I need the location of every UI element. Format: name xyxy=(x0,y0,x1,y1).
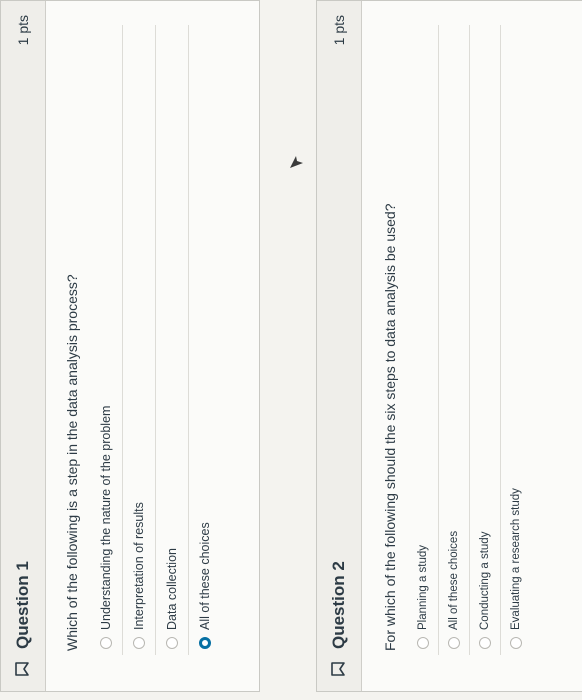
question-prompt: For which of the following should the si… xyxy=(382,203,398,651)
answer-choices: Planning a study All of these choices Co… xyxy=(408,1,531,691)
answer-choice[interactable]: Evaluating a research study xyxy=(501,25,531,655)
answer-label: All of these choices xyxy=(198,522,212,630)
answer-choice[interactable]: Interpretation of results xyxy=(123,25,156,655)
answer-choices: Understanding the nature of the problem … xyxy=(90,1,221,691)
radio-button[interactable] xyxy=(133,637,145,649)
radio-button[interactable] xyxy=(100,637,112,649)
question-card-2: Question 2 1 pts For which of the follow… xyxy=(316,0,582,692)
answer-label: All of these choices xyxy=(448,530,460,630)
answer-choice[interactable]: Planning a study xyxy=(408,25,439,655)
radio-button-selected[interactable] xyxy=(199,637,211,649)
question-points: 1 pts xyxy=(15,15,31,46)
answer-label: Understanding the nature of the problem xyxy=(99,405,113,630)
cursor-icon xyxy=(290,156,303,168)
answer-label: Data collection xyxy=(165,548,179,630)
radio-button[interactable] xyxy=(417,637,429,649)
answer-label: Interpretation of results xyxy=(132,502,146,630)
answer-label: Planning a study xyxy=(417,544,429,630)
radio-button[interactable] xyxy=(479,637,491,649)
flag-icon[interactable] xyxy=(13,659,33,679)
question-points: 1 pts xyxy=(331,15,347,46)
answer-choice[interactable]: Conducting a study xyxy=(470,25,501,655)
question-prompt: Which of the following is a step in the … xyxy=(64,274,80,651)
answer-choice[interactable]: Understanding the nature of the problem xyxy=(90,25,123,655)
radio-button[interactable] xyxy=(166,637,178,649)
question-header: Question 2 1 pts xyxy=(317,1,362,691)
radio-button[interactable] xyxy=(510,637,522,649)
flag-icon[interactable] xyxy=(329,659,349,679)
answer-label: Conducting a study xyxy=(479,531,491,630)
answer-choice[interactable]: All of these choices xyxy=(189,25,221,655)
radio-button[interactable] xyxy=(448,637,460,649)
answer-choice[interactable]: All of these choices xyxy=(439,25,470,655)
question-title: Question 1 xyxy=(13,561,32,649)
answer-label: Evaluating a research study xyxy=(510,488,522,630)
question-card-1: Question 1 1 pts Which of the following … xyxy=(0,0,260,692)
answer-choice[interactable]: Data collection xyxy=(156,25,189,655)
question-title: Question 2 xyxy=(329,561,348,649)
question-header: Question 1 1 pts xyxy=(1,1,46,691)
quiz-canvas: Question 1 1 pts Which of the following … xyxy=(0,0,582,700)
